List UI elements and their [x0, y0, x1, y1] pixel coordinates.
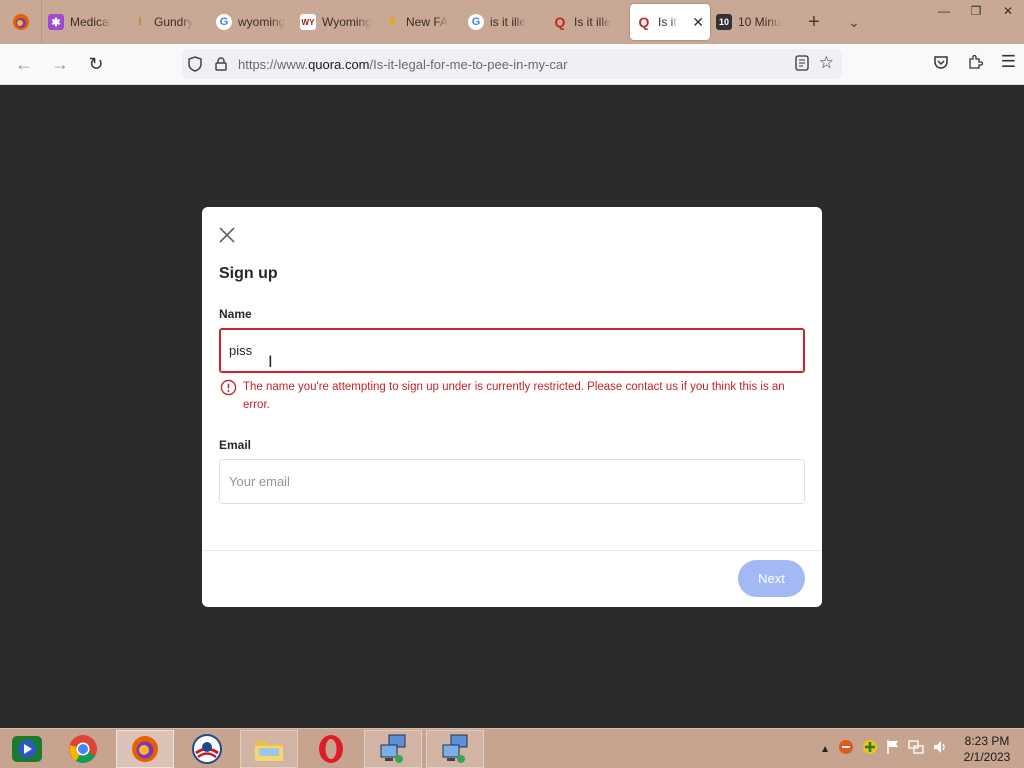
tab-medical[interactable]: ✱ Medical	[42, 4, 126, 40]
tab-label: Is it ille	[574, 15, 611, 29]
signup-modal: Sign up Name The name you're attempting …	[202, 207, 822, 607]
url-domain: quora.com	[308, 56, 370, 72]
email-label: Email	[219, 438, 252, 452]
lock-icon[interactable]	[208, 57, 234, 71]
menu-icon[interactable]: ☰	[1001, 53, 1016, 75]
obama-icon[interactable]	[178, 730, 236, 768]
name-label: Name	[219, 307, 252, 321]
tab-gundry[interactable]: ǃ Gundry	[126, 4, 210, 40]
name-field[interactable]	[219, 328, 805, 373]
chrome-icon[interactable]	[54, 730, 112, 768]
media-center-icon[interactable]	[4, 730, 50, 768]
clock-time: 8:23 PM	[964, 734, 1010, 748]
tab-label: Medical	[70, 15, 112, 29]
window-close-icon[interactable]: ✕	[992, 0, 1024, 22]
tab-label: is it ille	[490, 15, 527, 29]
reload-icon[interactable]: ↻	[78, 48, 114, 80]
taskbar: ▲ 8:23 PM 2/1/2023	[0, 728, 1024, 768]
tab-new-fa[interactable]: $ New FA	[378, 4, 462, 40]
tab-is-it-active[interactable]: Q Is it ✕	[630, 4, 710, 40]
tab-label: Gundry	[154, 15, 194, 29]
email-field[interactable]	[219, 459, 805, 504]
pocket-icon[interactable]	[933, 54, 949, 75]
clock-date: 2/1/2023	[963, 750, 1011, 764]
restore-icon[interactable]: ❐	[960, 0, 992, 22]
tab-strip: ✱ Medical ǃ Gundry G wyoming WY Wyoming …	[0, 0, 1024, 44]
name-error: The name you're attempting to sign up un…	[220, 378, 800, 414]
tab-wyoming-google[interactable]: G wyoming	[210, 4, 294, 40]
tab-label: New FA	[406, 15, 449, 29]
google-favicon: G	[216, 14, 232, 30]
back-icon[interactable]: ←	[6, 48, 42, 80]
clock[interactable]: 8:23 PM 2/1/2023	[956, 733, 1018, 765]
tab-10-minute[interactable]: 10 10 Minu	[710, 4, 794, 40]
extensions-icon[interactable]	[967, 54, 983, 75]
wyoming-favicon: WY	[300, 14, 316, 30]
footer-divider	[202, 550, 822, 551]
dollar-favicon: $	[388, 16, 396, 28]
tab-is-it-illegal-quora[interactable]: Q Is it ille	[546, 4, 630, 40]
tab-wyoming[interactable]: WY Wyoming	[294, 4, 378, 40]
chevron-down-icon[interactable]: ⌄	[834, 14, 874, 31]
tab-is-it-illegal-google[interactable]: G is it ille	[462, 4, 546, 40]
error-icon	[220, 379, 237, 396]
network-app-icon[interactable]	[364, 729, 422, 768]
url-text[interactable]: https://www.quora.com/Is-it-legal-for-me…	[238, 57, 567, 72]
nav-bar: ← → ↻ https://www.quora.com/Is-it-legal-…	[0, 44, 1024, 85]
next-button[interactable]: Next	[738, 560, 805, 597]
bookmark-star-icon[interactable]: ☆	[819, 54, 834, 74]
url-prefix: https://www.	[238, 56, 309, 72]
opera-icon[interactable]	[302, 730, 360, 768]
minimize-icon[interactable]: —	[928, 0, 960, 22]
network-icon[interactable]	[908, 739, 924, 760]
google-favicon: G	[468, 14, 484, 30]
firefox-icon[interactable]	[116, 729, 174, 768]
shield-icon[interactable]	[182, 56, 208, 72]
file-explorer-icon[interactable]	[240, 729, 298, 768]
text-cursor-icon: I	[268, 352, 273, 371]
error-message: The name you're attempting to sign up un…	[243, 381, 785, 411]
tab-label: Is it	[658, 15, 677, 29]
reader-view-icon[interactable]	[795, 54, 809, 74]
blocked-icon[interactable]	[838, 739, 854, 760]
toolbar-right: ☰	[933, 53, 1016, 75]
url-path: /Is-it-legal-for-me-to-pee-in-my-car	[369, 56, 568, 72]
tab-label: 10 Minu	[738, 15, 781, 29]
tab-label: Wyoming	[322, 15, 372, 29]
close-icon[interactable]	[216, 224, 238, 246]
update-icon[interactable]	[862, 739, 878, 760]
network-app-icon[interactable]	[426, 729, 484, 768]
firefox-menu-icon[interactable]	[0, 0, 42, 44]
new-tab-icon[interactable]: +	[794, 11, 834, 34]
close-tab-icon[interactable]: ✕	[692, 14, 704, 31]
url-actions: ☆	[795, 54, 842, 74]
url-bar[interactable]: https://www.quora.com/Is-it-legal-for-me…	[182, 49, 842, 79]
volume-icon[interactable]	[932, 739, 948, 760]
ten-favicon: 10	[716, 14, 732, 30]
quora-favicon: Q	[554, 14, 566, 30]
tab-label: wyoming	[238, 15, 286, 29]
forward-icon[interactable]: →	[42, 48, 78, 80]
window-controls: — ❐ ✕	[928, 0, 1024, 22]
system-tray: ▲ 8:23 PM 2/1/2023	[820, 729, 1018, 768]
gundry-favicon: ǃ	[138, 16, 142, 28]
modal-title: Sign up	[219, 265, 278, 282]
quora-favicon: Q	[638, 14, 650, 30]
medical-favicon: ✱	[48, 14, 64, 30]
show-hidden-icons-icon[interactable]: ▲	[820, 744, 830, 755]
flag-icon[interactable]	[886, 739, 900, 760]
